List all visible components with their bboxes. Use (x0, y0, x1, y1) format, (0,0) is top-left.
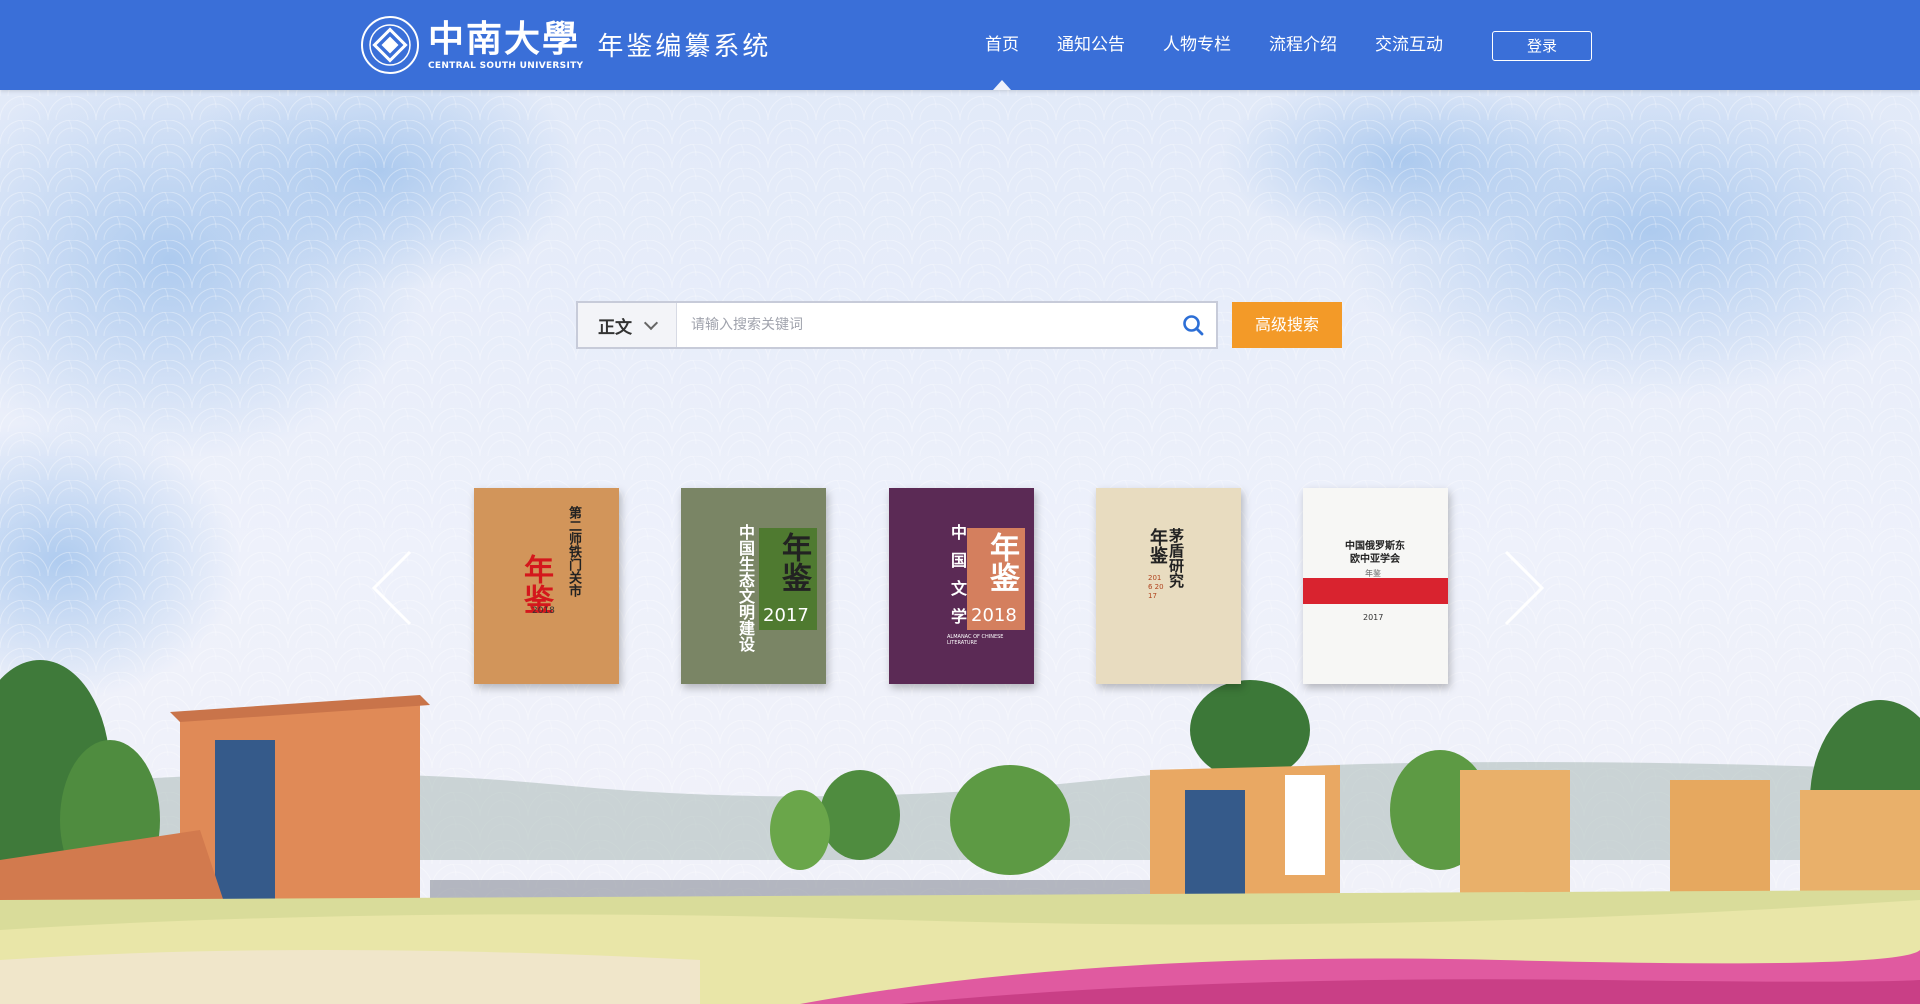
book-title: 中国文学 (948, 524, 967, 636)
main-nav: 首页 通知公告 人物专栏 流程介绍 交流互动 (985, 0, 1481, 90)
search-bar: 正文 (576, 301, 1218, 349)
book-cover[interactable]: 第二师铁门关市 年鉴 2018 (474, 488, 619, 684)
carousel-prev-arrow-icon[interactable] (370, 548, 414, 628)
page: 中南大學 CENTRAL SOUTH UNIVERSITY 年鉴编纂系统 首页 … (0, 0, 1920, 1004)
book-title: 中国俄罗斯东欧中亚学会 (1345, 541, 1405, 565)
red-band (1303, 578, 1448, 604)
book-cover[interactable]: 中国生态文明建设 年鉴 2017 (681, 488, 826, 684)
login-button[interactable]: 登录 (1492, 31, 1592, 61)
logo-english-name: CENTRAL SOUTH UNIVERSITY (428, 61, 584, 71)
nav-people[interactable]: 人物专栏 (1163, 0, 1231, 90)
search-icon[interactable] (1170, 303, 1216, 347)
system-title: 年鉴编纂系统 (597, 31, 772, 62)
book-subtitle: 年鉴 (518, 554, 553, 614)
search-category-select[interactable]: 正文 (578, 303, 677, 347)
search-category-value: 正文 (598, 317, 632, 338)
book-subtitle: 年鉴 (1147, 528, 1168, 564)
book-cover[interactable]: 中国文学 年鉴 2018 ALMANAC OF CHINESE LITERATU… (889, 488, 1034, 684)
carousel-next-arrow-icon[interactable] (1502, 548, 1546, 628)
book-subtitle: 年鉴 (984, 532, 1019, 592)
book-year: 2018 (532, 606, 555, 616)
nav-process[interactable]: 流程介绍 (1269, 0, 1337, 90)
search-input[interactable] (677, 303, 1170, 347)
book-cover[interactable]: 中国俄罗斯东欧中亚学会 年鉴 2017 (1303, 488, 1448, 684)
logo-chinese-name: 中南大學 (428, 18, 581, 60)
top-header: 中南大學 CENTRAL SOUTH UNIVERSITY 年鉴编纂系统 首页 … (0, 0, 1920, 90)
book-title-block: 年鉴 2018 (967, 528, 1025, 630)
book-title: 第二师铁门关市 (566, 506, 581, 597)
university-seal-icon (361, 16, 419, 74)
chevron-down-icon (643, 315, 659, 330)
nav-home[interactable]: 首页 (985, 0, 1019, 90)
university-logo[interactable]: 中南大學 CENTRAL SOUTH UNIVERSITY 年鉴编纂系统 (360, 14, 771, 76)
book-title: 中国生态文明建设 (736, 524, 755, 652)
book-year: 2017 (763, 605, 809, 626)
nav-notices[interactable]: 通知公告 (1057, 0, 1125, 90)
book-year: 2018 (971, 605, 1017, 626)
book-year: 2016 2017 (1148, 574, 1164, 600)
book-cover[interactable]: 茅盾研究 年鉴 2016 2017 (1096, 488, 1241, 684)
book-year: 2017 (1363, 613, 1384, 622)
book-english-title: ALMANAC OF CHINESE LITERATURE (947, 634, 1004, 646)
advanced-search-button[interactable]: 高级搜索 (1232, 302, 1342, 348)
book-title-block: 年鉴 2017 (759, 528, 817, 630)
book-subtitle: 年鉴 (776, 532, 811, 592)
nav-interaction[interactable]: 交流互动 (1375, 0, 1443, 90)
